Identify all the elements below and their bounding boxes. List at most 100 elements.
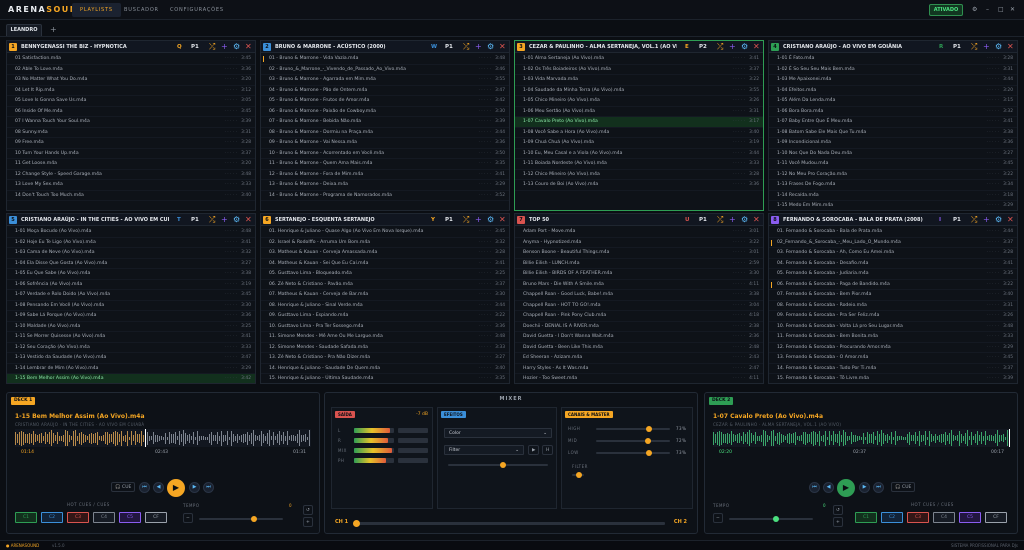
channel-fader[interactable]	[398, 458, 428, 463]
playlist-player-select[interactable]: P1	[953, 216, 961, 224]
track-row[interactable]: Bruno Mars - Die With A Smile.m4a · · · ·…	[515, 280, 763, 290]
deck-b-next-button[interactable]: ⏭	[873, 482, 884, 493]
hot-cue-button[interactable]: C1	[15, 512, 37, 523]
track-row[interactable]: 1-06 Meu Sertão (Ao Vivo).m4a · · · · · 3:…	[515, 107, 763, 117]
track-row[interactable]: 03 No Matter What You Do.m4a · · · · · 3:2…	[7, 75, 255, 86]
fx-hold-button[interactable]: H	[542, 445, 554, 455]
playhead[interactable]	[1009, 429, 1010, 447]
eq-knob[interactable]	[646, 450, 652, 456]
nav-playlists[interactable]: PLAYLISTS	[72, 3, 121, 17]
track-row[interactable]: 08 Sunny.m4a · · · · · 3:31	[7, 128, 255, 138]
track-row[interactable]: 1-10 Maldade (Ao Vivo).m4a · · · · · 3:25	[7, 322, 255, 332]
add-icon[interactable]: +	[475, 215, 482, 224]
nav-configuracoes[interactable]: CONFIGURAÇÕES	[162, 3, 232, 17]
track-row[interactable]: Chappell Roan - HOT TO GO!.m4a · · · · · 3…	[515, 301, 763, 311]
track-row[interactable]: 11 Get Loose.m4a · · · · · 3:20	[7, 159, 255, 170]
close-icon[interactable]: ✕	[499, 42, 506, 51]
deck-a-back-button[interactable]: ◀	[153, 482, 164, 493]
track-row[interactable]: 11 - Bruno & Marrone - Quem Ama Mais.m4a…	[261, 159, 509, 170]
shuffle-icon[interactable]: ⤮	[209, 215, 215, 224]
track-row[interactable]: Doechii - DENIAL IS A RIVER.m4a · · · · ·…	[515, 322, 763, 332]
deck-a-tempo-plus[interactable]: +	[303, 517, 313, 527]
track-row[interactable]: 12. Simone Mendes - Saudade Safada.m4a · …	[261, 343, 509, 353]
close-icon[interactable]: ✕	[1010, 7, 1016, 13]
track-row[interactable]: Adam Port - Move.m4a · · · · · 3:01	[515, 227, 763, 238]
hot-cue-button[interactable]: C2	[41, 512, 63, 523]
track-row[interactable]: 03 - Bruno & Marrone - Agarrada em Mim.m…	[261, 75, 509, 86]
playhead[interactable]	[145, 429, 146, 447]
track-row[interactable]: 12 - Bruno & Marrone - Fora de Mim.m4a · …	[261, 170, 509, 180]
track-row[interactable]: Chappell Roan - Pink Pony Club.m4a · · · …	[515, 311, 763, 322]
track-row[interactable]: 02 Able To Love.m4a · · · · · 3:36	[7, 65, 255, 75]
track-row[interactable]: 13 - Bruno & Marrone - Deixa.m4a · · · · …	[261, 180, 509, 191]
track-row[interactable]: 1-08 Você Sabe a Hora (Ao Vivo).m4a · · ·…	[515, 128, 763, 138]
track-row[interactable]: David Guetta - Been Like This.m4a · · · ·…	[515, 343, 763, 353]
track-row[interactable]: 05 Love Is Gonna Save Us.m4a · · · · · 3:0…	[7, 96, 255, 107]
track-row[interactable]: 06. Zé Neto & Cristiano - Pavão.m4a · · ·…	[261, 280, 509, 290]
track-row[interactable]: 04 Let It Rip.m4a · · · · · 3:12	[7, 86, 255, 96]
fx-select-1[interactable]: Color ⌄	[444, 428, 552, 438]
hot-cue-button[interactable]: C4	[933, 512, 955, 523]
track-row[interactable]: 01. Fernando & Sorocaba - Bala de Prata.…	[769, 227, 1017, 238]
deck-b-tempo-reset[interactable]: ↺	[833, 505, 843, 515]
shuffle-icon[interactable]: ⤮	[463, 215, 469, 224]
track-row[interactable]: 1-09 Sabe Lá Porque (Ao Vivo).m4a · · · ·…	[7, 311, 255, 322]
shuffle-icon[interactable]: ⤮	[717, 215, 723, 224]
deck-a-tempo-slider[interactable]	[199, 516, 283, 522]
track-row[interactable]: 1-11 Você Mudou.m4a · · · · · 3:45	[769, 159, 1017, 170]
shuffle-icon[interactable]: ⤮	[971, 215, 977, 224]
track-row[interactable]: 1-07 Baby Entre Que É Meu.m4a · · · · · 3:…	[769, 117, 1017, 128]
track-row[interactable]: 01 - Bruno & Marrone - Vida Vazia.m4a · ·…	[261, 54, 509, 65]
fx-play-button[interactable]: ▶	[528, 445, 540, 455]
deck-b-cue-button[interactable]: 🎧 CUE	[891, 482, 916, 492]
settings-icon[interactable]: ⚙	[995, 42, 1002, 51]
track-row[interactable]: 1-13 Couro de Boi (Ao Vivo).m4a · · · · ·…	[515, 180, 763, 191]
track-row[interactable]: Anyma - Hypnotized.m4a · · · · · 3:22	[515, 238, 763, 248]
settings-icon[interactable]: ⚙	[233, 215, 240, 224]
deck-b-tempo-minus[interactable]: −	[713, 513, 723, 523]
track-row[interactable]: 1-12 Seu Coração (Ao Vivo).m4a · · · · · 3…	[7, 343, 255, 353]
track-row[interactable]: 1-11 Boiada Nordeste (Ao Vivo).m4a · · · …	[515, 159, 763, 170]
crossfader-knob[interactable]	[353, 520, 360, 527]
track-row[interactable]: 11. Simone Mendes - Mê Ame Ou Me Largue.…	[261, 332, 509, 343]
track-row[interactable]: 08. Henrique & Juliano - Sinal Verde.m4a…	[261, 301, 509, 311]
track-row[interactable]: 1-02 Hoje Eu Te Ligo (Ao Vivo).m4a · · · …	[7, 238, 255, 248]
hot-cue-button[interactable]: CF	[985, 512, 1007, 523]
add-icon[interactable]: +	[221, 42, 228, 51]
track-row[interactable]: 04 - Bruno & Marrone - Pão de Ontem.m4a ·…	[261, 86, 509, 96]
track-row[interactable]: 1-14 Lembrar de Mim (Ao Vivo).m4a · · · ·…	[7, 364, 255, 374]
crossfader[interactable]	[353, 520, 665, 527]
track-row[interactable]: 1-06 Bora Bora.m4a · · · · · 3:32	[769, 107, 1017, 117]
hot-cue-button[interactable]: C1	[855, 512, 877, 523]
track-row[interactable]: 04. Fernando & Sorocaba - Desafio.m4a · ·…	[769, 259, 1017, 269]
eq-knob[interactable]	[645, 438, 651, 444]
track-row[interactable]: Harry Styles - As It Was.m4a · · · · · 2:4…	[515, 364, 763, 374]
track-row[interactable]: 09. Gusttavo Lima - Espiando.m4a · · · · …	[261, 311, 509, 322]
track-row[interactable]: 06. Fernando & Sorocaba - Paga de Bandid…	[769, 280, 1017, 290]
track-row[interactable]: 1-07 Verdade e Rolo Doido (Ao Vivo).m4a ·…	[7, 290, 255, 301]
track-row[interactable]: 08 - Bruno & Marrone - Dormiu na Praça.m…	[261, 128, 509, 138]
track-row[interactable]: Billie Eilish - LUNCH.m4a · · · · · 2:59	[515, 259, 763, 269]
hot-cue-button[interactable]: CF	[145, 512, 167, 523]
close-icon[interactable]: ✕	[245, 215, 252, 224]
track-row[interactable]: Ed Sheeran - Azizam.m4a · · · · · 2:43	[515, 353, 763, 364]
fx-select-2[interactable]: Filter ⌄	[444, 445, 524, 455]
channel-fader[interactable]	[398, 428, 428, 433]
channel-fader[interactable]	[398, 448, 428, 453]
deck-a-next-button[interactable]: ⏭	[203, 482, 214, 493]
deck-b-tempo-knob[interactable]	[773, 516, 779, 522]
deck-a-cue-button[interactable]: 🎧 CUE	[111, 482, 136, 492]
fx-amount-slider[interactable]	[448, 462, 548, 468]
track-row[interactable]: 1-05 Além Da Lenda.m4a · · · · · 3:15	[769, 96, 1017, 107]
track-row[interactable]: 06 - Bruno & Marrone - Paixão de Cowboy.…	[261, 107, 509, 117]
track-row[interactable]: 1-15 Medo Em Mim.m4a · · · · · 3:29	[769, 201, 1017, 210]
track-row[interactable]: 05 - Bruno & Marrone - Frutos de Amor.m4…	[261, 96, 509, 107]
playlist-player-select[interactable]: P1	[445, 43, 453, 51]
track-row[interactable]: 1-15 Bem Melhor Assim (Ao Vivo).m4a · · ·…	[7, 374, 255, 383]
track-row[interactable]: 1-08 Pensando Em Você (Ao Vivo).m4a · · ·…	[7, 301, 255, 311]
track-row[interactable]: 1-04 Saudade da Minha Terra (Ao Vivo).m4…	[515, 86, 763, 96]
track-row[interactable]: 13 Love My Sex.m4a · · · · · 3:33	[7, 180, 255, 191]
deck-a-play-button[interactable]: ▶	[167, 479, 185, 497]
settings-icon[interactable]: ⚙	[741, 215, 748, 224]
settings-icon[interactable]: ⚙	[995, 215, 1002, 224]
